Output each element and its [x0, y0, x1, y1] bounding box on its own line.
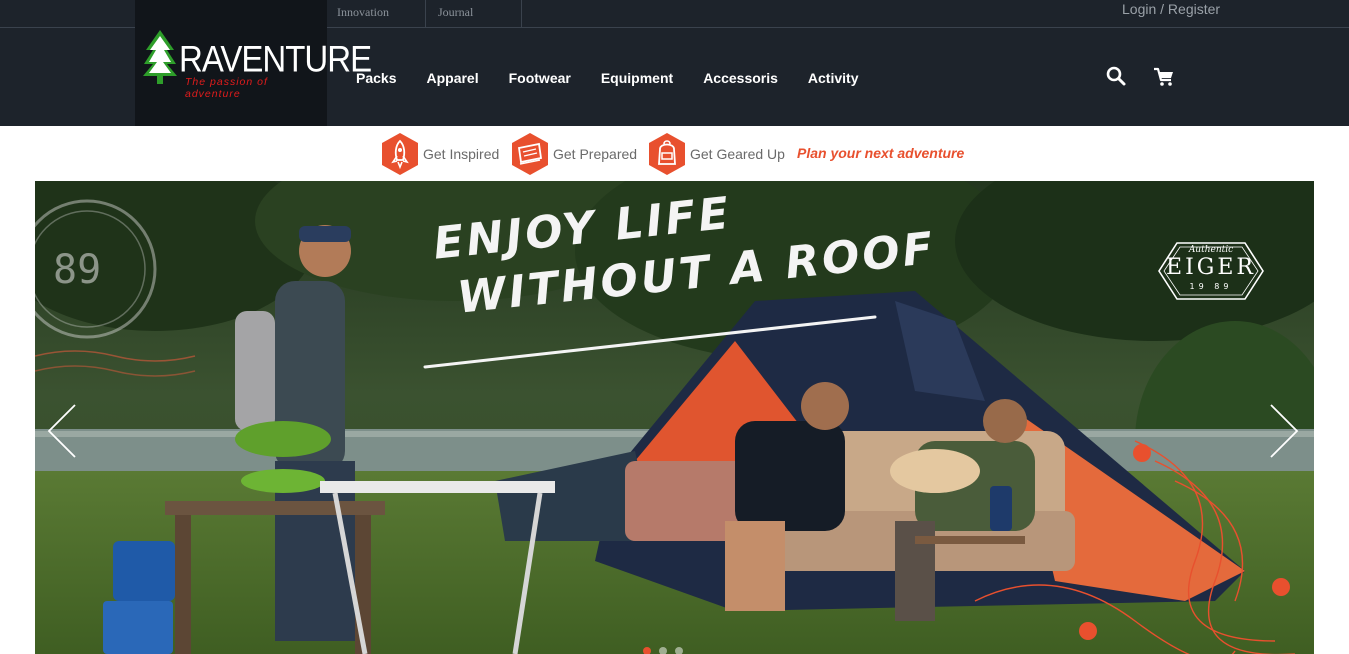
search-button[interactable]: [1104, 64, 1128, 88]
nav-item-activity[interactable]: Activity: [808, 70, 859, 86]
carousel-dot[interactable]: [643, 647, 651, 654]
badge-brand: EIGER: [1166, 255, 1256, 280]
tree-logo-icon: [143, 30, 177, 84]
hero-banner[interactable]: 89 ENJOY LIFE WITHOUT A ROOF Authentic E…: [35, 181, 1314, 654]
carousel-dots: [643, 647, 683, 654]
subnav-get-prepared[interactable]: Get Prepared: [510, 132, 637, 176]
nav-item-apparel[interactable]: Apparel: [426, 70, 478, 86]
nav-item-accessoris[interactable]: Accessoris: [703, 70, 778, 86]
main-nav: Packs Apparel Footwear Equipment Accesso…: [356, 70, 888, 86]
logo-tagline: The passion of adventure: [185, 76, 268, 100]
badge-year: 19 89: [1189, 282, 1233, 291]
subnav-get-geared-up[interactable]: Get Geared Up: [647, 132, 785, 176]
rocket-icon: [380, 132, 420, 176]
top-link-journal[interactable]: Journal: [426, 0, 523, 28]
login-register-link[interactable]: Login / Register: [1122, 1, 1220, 17]
sub-nav: Get Inspired Get Prepared Get Geared Up …: [0, 126, 1349, 181]
chevron-right-icon: [1270, 404, 1299, 458]
logo-wordmark: RAVENTURE: [179, 38, 372, 80]
logo[interactable]: RAVENTURE The passion of adventure: [135, 0, 372, 126]
eiger-badge: Authentic EIGER 19 89: [1157, 241, 1265, 301]
stamp-number: 89: [53, 247, 102, 293]
subnav-label: Get Prepared: [553, 146, 638, 162]
backpack-icon: [647, 132, 687, 176]
carousel-prev-button[interactable]: [47, 403, 77, 459]
subnav-label: Get Geared Up: [690, 146, 785, 162]
site-header: RAVENTURE The passion of adventure Innov…: [0, 0, 1349, 126]
nav-item-equipment[interactable]: Equipment: [601, 70, 673, 86]
subnav-label: Get Inspired: [423, 146, 500, 162]
nav-item-packs[interactable]: Packs: [356, 70, 396, 86]
badge-authentic: Authentic: [1188, 245, 1234, 255]
cart-icon: [1154, 67, 1173, 86]
top-links: Innovation Journal: [327, 0, 523, 28]
cart-button[interactable]: [1152, 64, 1176, 88]
subnav-get-inspired[interactable]: Get Inspired: [380, 132, 499, 176]
plan-adventure-link[interactable]: Plan your next adventure: [797, 145, 964, 161]
chevron-left-icon: [47, 404, 76, 458]
carousel-next-button[interactable]: [1269, 403, 1299, 459]
search-icon: [1106, 66, 1126, 86]
map-icon: [510, 132, 550, 176]
nav-item-footwear[interactable]: Footwear: [509, 70, 571, 86]
top-link-innovation[interactable]: Innovation: [327, 0, 426, 28]
carousel-dot[interactable]: [675, 647, 683, 654]
carousel-dot[interactable]: [659, 647, 667, 654]
